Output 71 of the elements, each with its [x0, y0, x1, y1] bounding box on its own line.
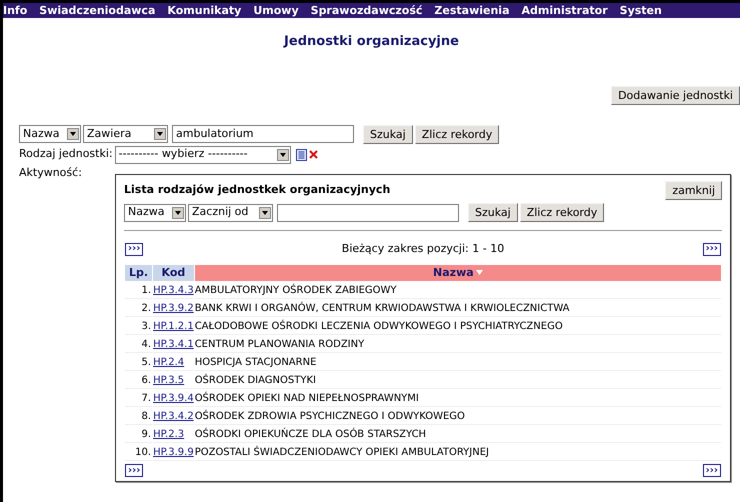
next-page-button[interactable]: ›››: [125, 242, 144, 256]
field-label: Aktywność:: [19, 166, 82, 178]
search-button[interactable]: Szukaj: [468, 203, 518, 222]
code-link[interactable]: HP.2.4: [153, 356, 184, 368]
popup-title: Lista rodzajów jednostkek organizacyjnych: [124, 182, 390, 198]
field-label: Rodzaj jednostki:: [19, 146, 113, 162]
code-link[interactable]: HP.3.4.2: [153, 410, 194, 422]
caret-icon: [276, 148, 289, 160]
code-link[interactable]: HP.3.4.1: [153, 338, 194, 350]
caret-icon: [259, 206, 271, 218]
count-records-button[interactable]: Zlicz rekordy: [520, 203, 604, 222]
menu-item[interactable]: Administrator: [522, 5, 608, 16]
table-cell: 4.: [125, 336, 152, 353]
dropdown[interactable]: Zacznij od: [188, 204, 273, 222]
code-link[interactable]: HP.2.3: [153, 428, 184, 440]
table-cell: CAŁODOBOWE OŚRODKI LECZENIA ODWYKOWEGO I PSYCHIATRYCZNEGO: [194, 318, 721, 335]
caret-icon: [154, 128, 166, 140]
code-link[interactable]: HP.3.9.9: [153, 446, 194, 458]
table-cell: 7.: [125, 390, 152, 407]
table-cell: OŚRODEK ZDROWIA PSYCHICZNEGO I ODWYKOWEGO: [194, 408, 721, 425]
next-page-button[interactable]: ›››: [125, 464, 144, 477]
table-cell: OŚRODKI OPIEKUŃCZE DLA OSÓB STARSZYCH: [194, 426, 721, 443]
table-cell: 9.: [125, 426, 152, 443]
table-cell: POZOSTALI ŚWIADCZENIODAWCY OPIEKI AMBULATORYJNEJ: [194, 444, 721, 461]
code-link[interactable]: HP.3.9.2: [153, 302, 194, 314]
menu-item[interactable]: Swiadczeniodawca: [39, 5, 156, 16]
dropdown[interactable]: ---------- wybierz ----------: [114, 146, 291, 164]
range-text: Bieżący zakres pozycji: 1 - 10: [342, 241, 504, 257]
table-cell: AMBULATORYJNY OŚRODEK ZABIEGOWY: [194, 282, 721, 299]
caret-icon: [67, 128, 79, 140]
table-cell: CENTRUM PLANOWANIA RODZINY: [194, 336, 721, 353]
column-header[interactable]: Kod: [153, 264, 194, 281]
table-cell: OŚRODEK OPIEKI NAD NIEPEŁNOSPRAWNYMI: [194, 390, 721, 407]
page-title: Jednostki organizacyjne: [284, 33, 459, 51]
menu-item[interactable]: Komunikaty: [167, 5, 242, 16]
code-link[interactable]: HP.3.5: [153, 374, 184, 386]
code-link[interactable]: HP.3.9.4: [153, 392, 194, 404]
dropdown[interactable]: Nazwa: [19, 125, 81, 143]
table-cell: 10.: [125, 444, 152, 461]
dropdown[interactable]: Zawiera: [83, 125, 168, 143]
menu-item[interactable]: Zestawienia: [434, 5, 510, 16]
code-link[interactable]: HP.1.2.1: [153, 320, 194, 332]
search-button[interactable]: Szukaj: [363, 124, 413, 144]
table-cell: HOSPICJA STACJONARNE: [194, 354, 721, 371]
dropdown[interactable]: Nazwa: [124, 204, 186, 222]
add-unit-button[interactable]: Dodawanie jednostki: [611, 86, 740, 104]
next-page-button[interactable]: ›››: [702, 464, 721, 477]
search-field[interactable]: [277, 204, 459, 222]
table-cell: 8.: [125, 408, 152, 425]
table-cell: OŚRODEK DIAGNOSTYKI: [194, 372, 721, 389]
caret-icon: [172, 206, 184, 218]
table-cell: 2.: [125, 300, 152, 317]
table-cell: 1.: [125, 282, 152, 299]
column-header[interactable]: Nazwa: [194, 264, 721, 281]
table-cell: 3.: [125, 318, 152, 335]
menu-item[interactable]: Sprawozdawczość: [310, 5, 422, 16]
list-icon[interactable]: [296, 148, 307, 160]
menu-item[interactable]: Info: [3, 5, 28, 16]
table-cell: BANK KRWI I ORGANÓW, CENTRUM KRWIODAWSTWA I KRWIOLECZNICTWA: [194, 300, 721, 317]
menu-item[interactable]: Umowy: [253, 5, 299, 16]
table-cell: 6.: [125, 372, 152, 389]
search-field[interactable]: ambulatorium: [172, 125, 354, 143]
table-cell: 5.: [125, 354, 152, 371]
sort-down-icon: [476, 270, 483, 275]
close-icon[interactable]: [308, 150, 318, 159]
count-records-button[interactable]: Zlicz rekordy: [414, 124, 500, 144]
close-button[interactable]: zamknij: [665, 181, 722, 200]
column-header[interactable]: Lp.: [125, 264, 152, 281]
menu-item[interactable]: Systen: [620, 5, 662, 16]
code-link[interactable]: HP.3.4.3: [153, 284, 194, 296]
next-page-button[interactable]: ›››: [702, 242, 721, 256]
